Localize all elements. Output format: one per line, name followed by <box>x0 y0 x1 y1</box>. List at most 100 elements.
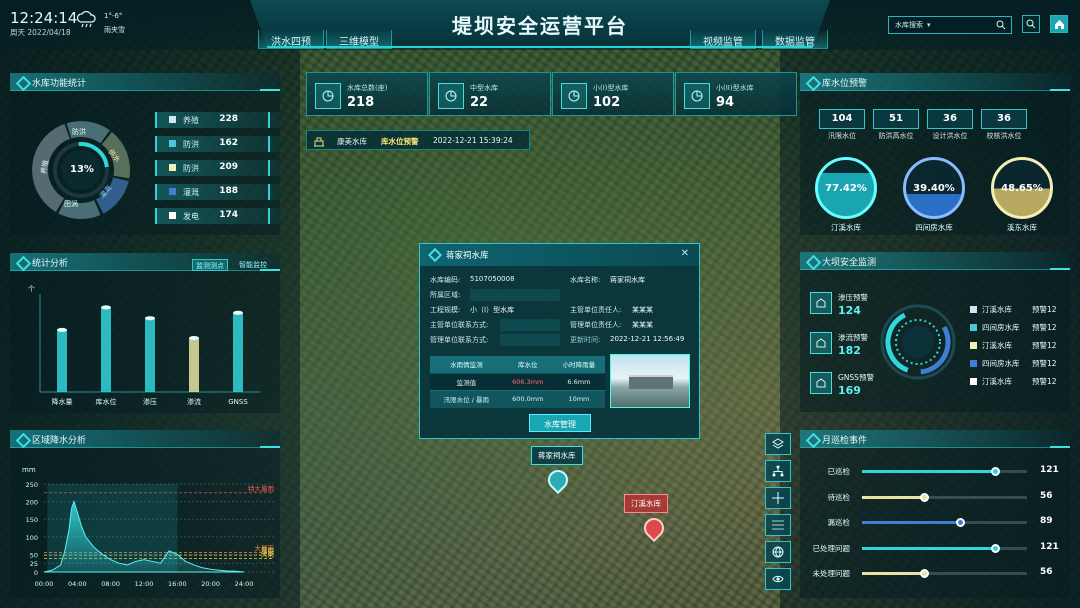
resp-label: 主管单位责任人: <box>570 306 622 314</box>
water-level-value: 51 <box>873 109 919 129</box>
marker-label-jiangjiaci[interactable]: 蒋家祠水库 <box>531 446 583 465</box>
tab-flood-forecast[interactable]: 洪水四预 <box>258 30 324 49</box>
search-button[interactable] <box>1022 15 1040 33</box>
patrol-progress-fill <box>862 546 996 550</box>
globe-icon[interactable] <box>765 541 791 563</box>
y-tick-label: 100 <box>26 534 38 542</box>
card-label: 小(II)型水库 <box>716 84 754 92</box>
sleet-icon <box>76 10 96 28</box>
patrol-value: 121 <box>1040 541 1059 552</box>
card-value: 22 <box>470 95 489 110</box>
marker-label-tingxi[interactable]: 汀溪水库 <box>624 494 668 513</box>
y-tick-label: 200 <box>26 499 38 507</box>
table-head: 水雨情监测 <box>430 356 503 374</box>
reservoir-icon <box>561 83 587 109</box>
home-button[interactable] <box>1050 15 1068 33</box>
function-legend-row: 灌溉 188 <box>155 184 280 200</box>
tab-monitor-points[interactable]: 监测测点 <box>192 259 228 271</box>
bar-cap-0 <box>57 327 67 332</box>
eye-icon[interactable] <box>765 568 791 590</box>
seepage-pressure-icon <box>810 292 832 314</box>
dam-item-value: 182 <box>838 344 861 357</box>
bar-0 <box>57 329 67 392</box>
dam-list-warn: 预警12 <box>1032 377 1057 386</box>
card-label: 水库总数(座) <box>347 84 388 92</box>
reservoir-popup: 蒋家祠水库 ✕ 水库编码: 5107050008 水库名称: 蒋家祠水库 所属区域… <box>419 243 700 439</box>
legend-value: 174 <box>219 210 238 220</box>
patrol-label: 漏巡检 <box>827 518 851 527</box>
legend-label: 发电 <box>183 212 199 221</box>
scale-label: 工程规模: <box>430 306 461 314</box>
close-icon[interactable]: ✕ <box>681 248 689 259</box>
patrol-progress-track <box>862 518 1027 527</box>
stat-card[interactable]: 小(I)型水库 102 <box>552 72 674 116</box>
name-label: 水库名称: <box>570 276 601 284</box>
patrol-progress-fill <box>862 495 924 499</box>
legend-value: 209 <box>219 162 238 172</box>
water-warn-title: 库水位预警 <box>800 73 1070 91</box>
tab-data[interactable]: 数据监管 <box>762 30 828 49</box>
dam-list-row: 汀溪水库 预警12 <box>970 376 1057 387</box>
func-stats-title: 水库功能统计 <box>10 73 280 91</box>
patrol-label: 已巡检 <box>827 467 851 476</box>
dam-item-label: 渗流预警 <box>838 333 868 342</box>
caret-down-icon[interactable]: ▾ <box>927 21 931 29</box>
function-legend-row: 防洪 162 <box>155 136 280 152</box>
contact-label: 主管单位联系方式: <box>430 321 489 329</box>
patrol-progress-track <box>862 543 1027 553</box>
network-icon[interactable] <box>765 460 791 482</box>
alert-time: 2022-12-21 15:39:24 <box>433 136 513 145</box>
tab-smart-monitor[interactable]: 智能监控 <box>236 259 270 271</box>
x-tick-label: 24:00 <box>235 580 254 588</box>
water-percent-ball: 48.65% <box>991 157 1053 219</box>
legend-swatch <box>169 164 176 171</box>
scale-value: 小（I）型水库 <box>470 306 515 314</box>
dam-list-name: 四间房水库 <box>982 323 1020 332</box>
patrol-progress-dot <box>991 543 1001 553</box>
mgr-label: 管理单位责任人: <box>570 321 622 329</box>
stat-card[interactable]: 小(II)型水库 94 <box>675 72 797 116</box>
ball-value: 48.65% <box>1001 182 1043 194</box>
stat-card[interactable]: 中型水库 22 <box>429 72 551 116</box>
crosshair-icon[interactable] <box>765 487 791 509</box>
layer-icon[interactable] <box>765 433 791 455</box>
legend-label: 防洪 <box>183 164 199 173</box>
patrol-label: 未处理问题 <box>812 569 851 578</box>
dam-list-name: 汀溪水库 <box>982 305 1012 314</box>
name-value: 蒋家祠水库 <box>610 276 645 284</box>
home-icon <box>1054 19 1064 29</box>
bar-cap-3 <box>189 336 199 340</box>
tab-3d-model[interactable]: 三维模型 <box>326 30 392 49</box>
area-value <box>470 289 560 301</box>
ball-value: 39.40% <box>913 182 955 194</box>
update-value: 2022-12-21 12:56:49 <box>610 335 685 343</box>
x-tick-label: 渗压 <box>143 397 157 406</box>
search-icon[interactable] <box>996 20 1006 30</box>
table-head: 库水位 <box>502 356 553 374</box>
dam-list-warn: 预警12 <box>1032 359 1057 368</box>
measure-icon[interactable] <box>765 514 791 536</box>
patrol-progress-dot <box>955 518 965 527</box>
water-rain-table: 水雨情监测 库水位 小时降雨量 监测值 606.3mm 6.6mm 汛限水位 / 暴雨 6… <box>430 356 605 408</box>
water-percent-ball: 77.42% <box>815 157 877 219</box>
legend-swatch <box>169 116 176 123</box>
x-tick-label: 12:00 <box>135 580 154 588</box>
dam-list-warn: 预警12 <box>1032 323 1057 332</box>
chart-pie-icon <box>315 83 341 109</box>
x-tick-label: 库水位 <box>96 397 117 406</box>
card-value: 102 <box>593 95 621 110</box>
stat-card[interactable]: 水库总数(座) 218 <box>306 72 428 116</box>
y-tick-label: 25 <box>30 560 38 568</box>
popup-title: 蒋家祠水库 <box>446 251 489 261</box>
alert-bar[interactable]: 康美水库 库水位预警 2022-12-21 15:39:24 <box>306 130 530 150</box>
patrol-value: 56 <box>1040 490 1053 501</box>
patrol-value: 121 <box>1040 465 1059 475</box>
tab-video[interactable]: 视频监管 <box>690 30 756 49</box>
reservoir-manage-button[interactable]: 水库管理 <box>529 414 591 432</box>
reservoir-photo[interactable] <box>610 354 690 408</box>
legend-cap <box>268 184 270 200</box>
dam-list-row: 四间房水库 预警12 <box>970 358 1057 369</box>
alert-tag: 库水位预警 <box>381 137 419 146</box>
patrol-progress-track <box>862 492 1027 502</box>
reservoir-search-input[interactable]: 水库搜索 ▾ <box>888 16 1012 34</box>
